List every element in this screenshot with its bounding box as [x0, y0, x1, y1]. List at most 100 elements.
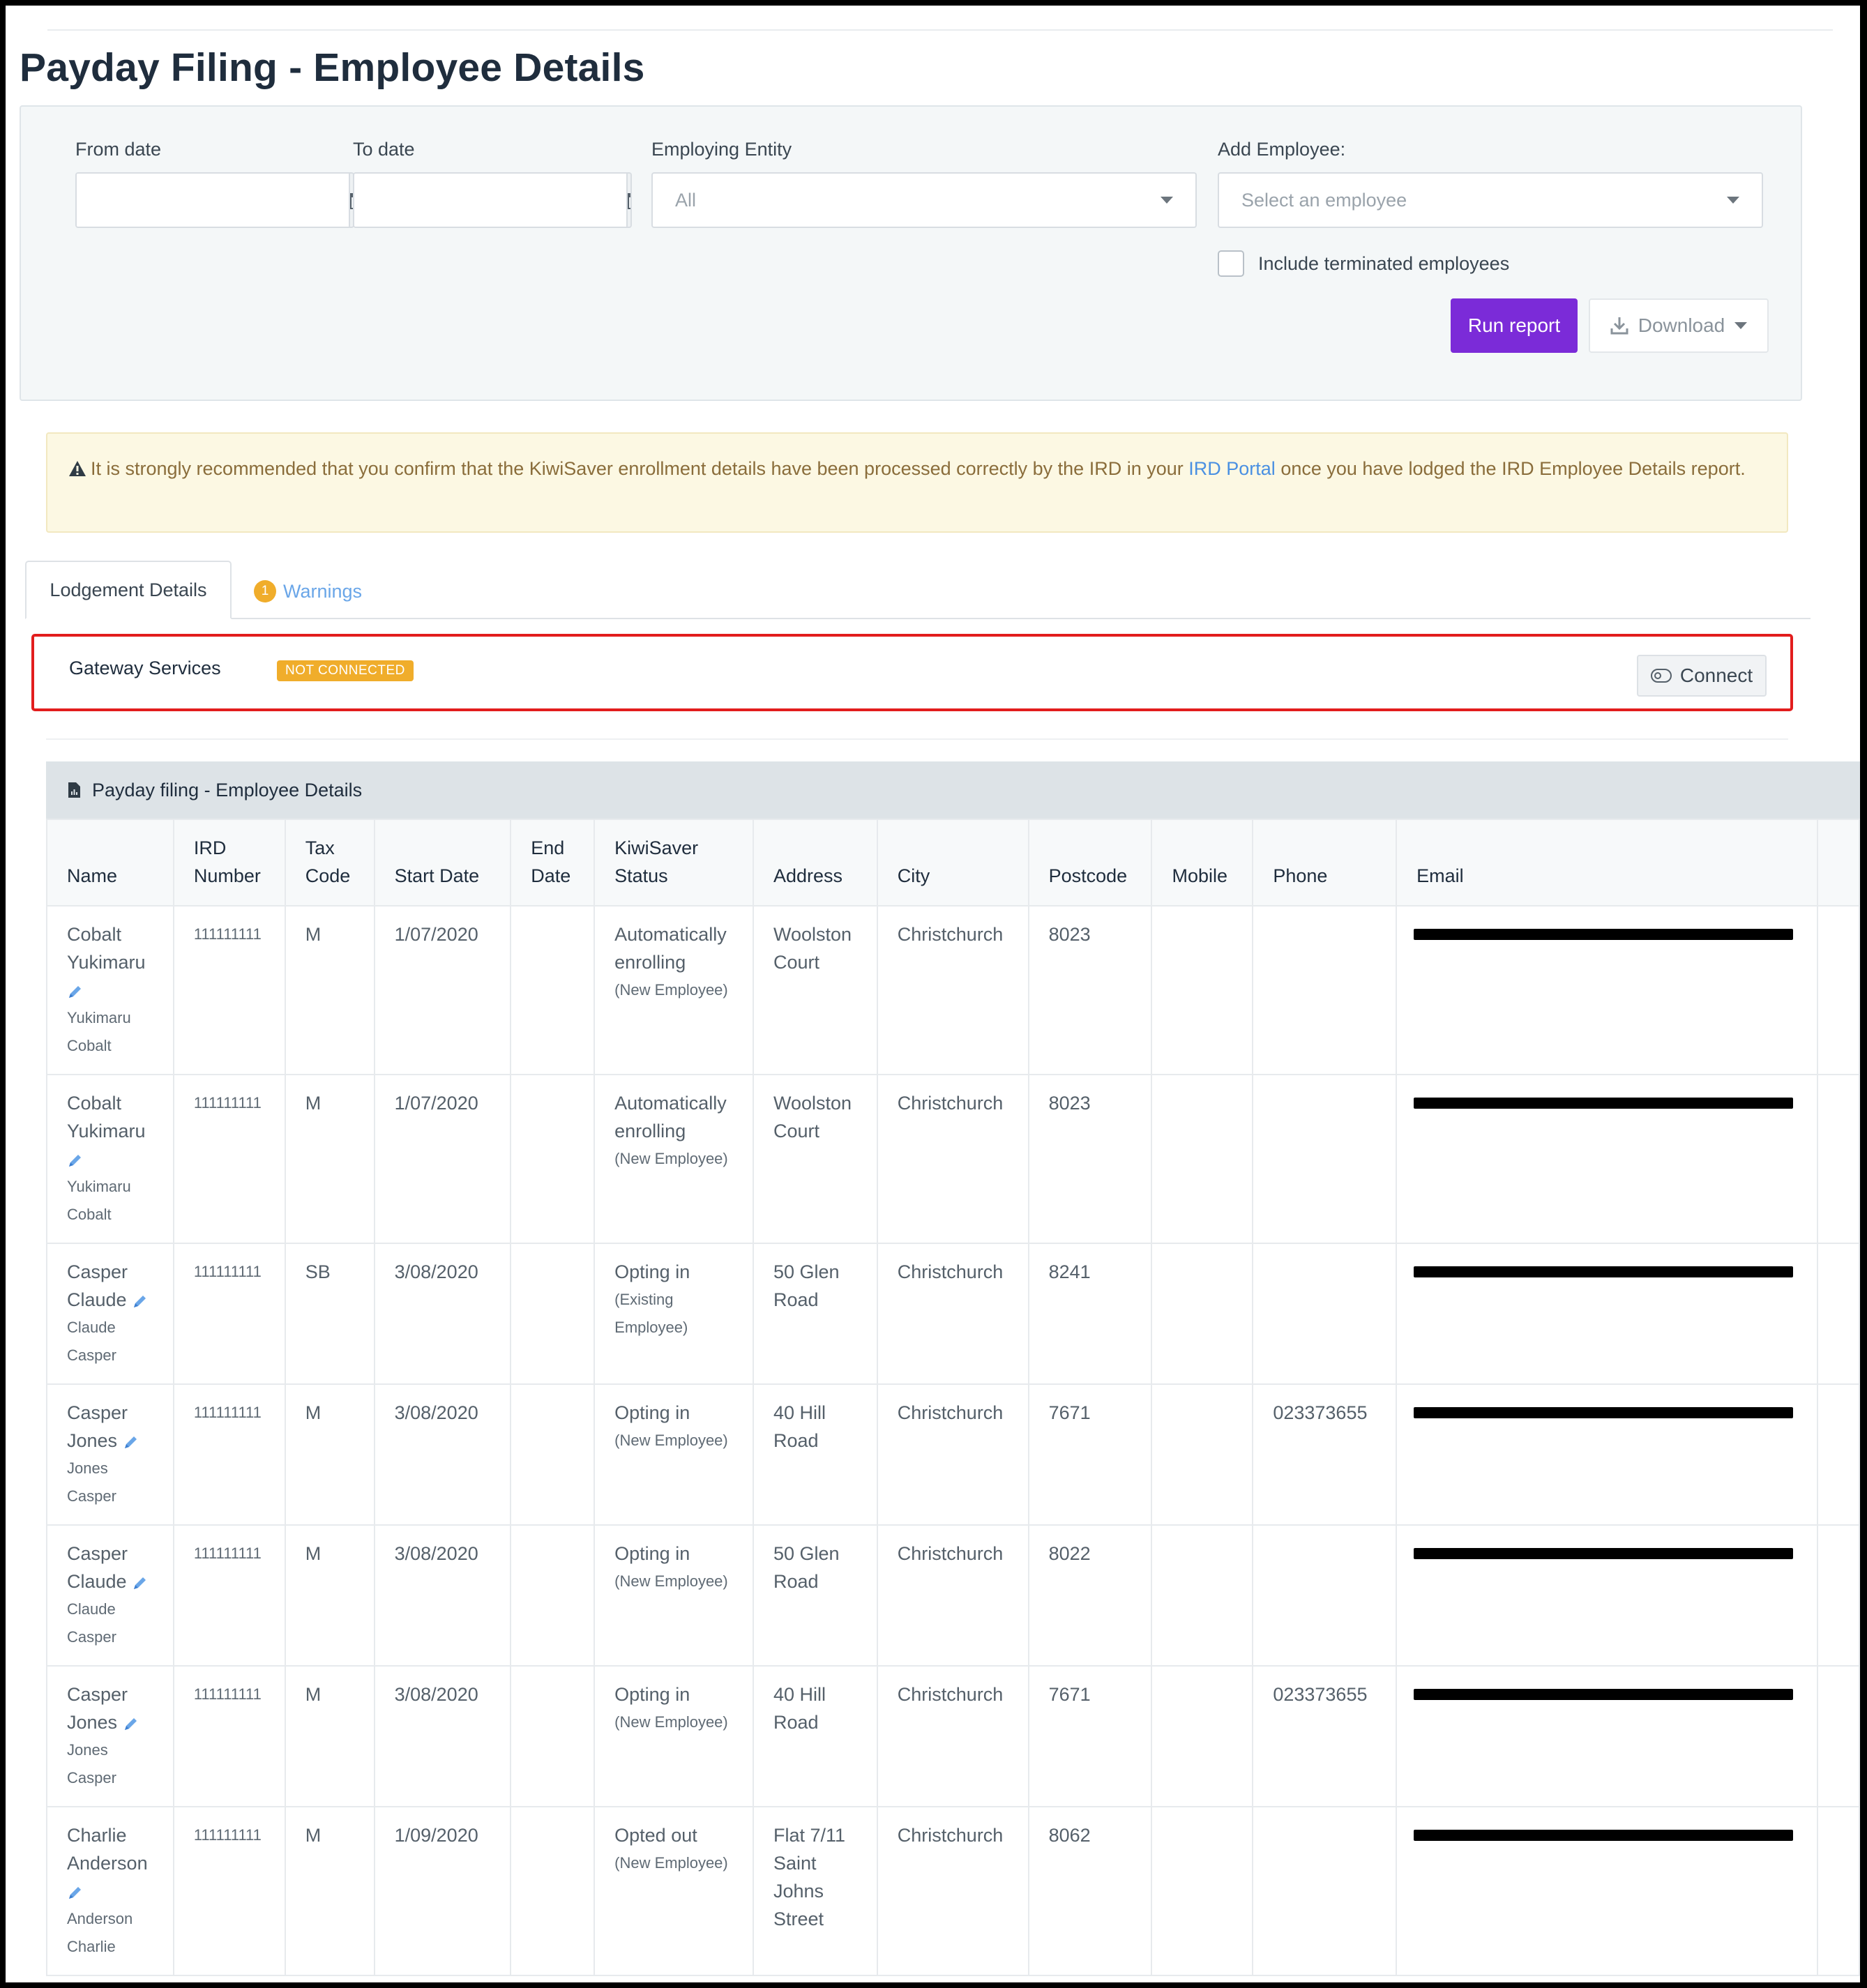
cell-tax-code: M — [284, 1383, 375, 1526]
col-mobile[interactable]: Mobile — [1151, 819, 1254, 906]
chevron-down-icon — [1734, 322, 1748, 329]
redacted-email — [1414, 1548, 1794, 1559]
section-divider — [46, 738, 1788, 740]
gateway-services-panel: Gateway Services NOT CONNECTED Connect — [31, 634, 1793, 711]
col-end-date[interactable]: End Date — [510, 819, 596, 906]
cell-phone: 023373655 — [1252, 1665, 1398, 1807]
kiwisaver-status: Automatically enrolling — [614, 924, 727, 973]
cell-phone — [1252, 1243, 1398, 1385]
table-row: Casper Claude Claude Casper 111111111 M 3/0… — [46, 1524, 1860, 1667]
chevron-down-icon — [1727, 197, 1739, 204]
kiwisaver-note: (Existing Employee) — [614, 1291, 688, 1336]
connect-label: Connect — [1679, 665, 1753, 686]
cell-postcode: 8023 — [1027, 905, 1153, 1075]
col-phone[interactable]: Phone — [1252, 819, 1398, 906]
col-start-date[interactable]: Start Date — [373, 819, 512, 906]
cell-kiwisaver-status: Opting in (New Employee) — [594, 1524, 754, 1667]
cell-email — [1396, 1074, 1818, 1244]
edit-pencil-icon[interactable] — [123, 1715, 139, 1732]
edit-pencil-icon[interactable] — [132, 1575, 149, 1591]
employee-alt-name: Yukimaru Cobalt — [67, 1178, 131, 1223]
cell-name: Casper Jones Jones Casper — [46, 1383, 174, 1526]
ird-portal-link[interactable]: IRD Portal — [1188, 458, 1276, 479]
cell-ird-number: 111111111 — [172, 1074, 286, 1244]
employing-entity-select[interactable]: All — [651, 172, 1197, 228]
cell-email — [1396, 1665, 1818, 1807]
from-date-group — [75, 172, 354, 228]
cell-start-date: 3/08/2020 — [373, 1383, 512, 1526]
col-ird-number[interactable]: IRD Number — [172, 819, 286, 906]
cell-extra — [1816, 1243, 1860, 1385]
chevron-down-icon — [1161, 197, 1173, 204]
tab-lodgement-details[interactable]: Lodgement Details — [25, 561, 232, 619]
col-postcode[interactable]: Postcode — [1027, 819, 1153, 906]
kiwisaver-status: Opting in — [614, 1402, 690, 1423]
cell-kiwisaver-status: Automatically enrolling (New Employee) — [594, 1074, 754, 1244]
cell-extra — [1816, 1806, 1860, 1976]
include-terminated-checkbox[interactable] — [1218, 250, 1244, 277]
cell-tax-code: M — [284, 905, 375, 1075]
cell-start-date: 1/07/2020 — [373, 1074, 512, 1244]
col-city[interactable]: City — [876, 819, 1029, 906]
cell-city: Christchurch — [876, 1665, 1029, 1807]
kiwisaver-alert: It is strongly recommended that you conf… — [46, 432, 1788, 533]
edit-pencil-icon[interactable] — [132, 1293, 149, 1310]
edit-pencil-icon[interactable] — [67, 1152, 84, 1169]
calendar-icon[interactable] — [626, 174, 630, 227]
cell-kiwisaver-status: Opting in (New Employee) — [594, 1383, 754, 1526]
cell-end-date — [510, 1383, 596, 1526]
cell-name: Casper Jones Jones Casper — [46, 1665, 174, 1807]
kiwisaver-note: (New Employee) — [614, 1150, 728, 1167]
col-kiwisaver-status[interactable]: KiwiSaver Status — [594, 819, 754, 906]
col-tax-code[interactable]: Tax Code — [284, 819, 375, 906]
cell-tax-code: M — [284, 1806, 375, 1976]
cell-tax-code: SB — [284, 1243, 375, 1385]
cell-ird-number: 111111111 — [172, 905, 286, 1075]
edit-pencil-icon[interactable] — [67, 983, 84, 1000]
add-employee-label: Add Employee: — [1218, 139, 1346, 160]
employee-name: Casper Claude — [67, 1261, 128, 1310]
cell-phone — [1252, 1524, 1398, 1667]
from-date-input[interactable] — [77, 174, 349, 227]
kiwisaver-status: Opting in — [614, 1261, 690, 1282]
redacted-email — [1414, 1689, 1794, 1700]
employee-name: Cobalt Yukimaru — [67, 1093, 146, 1141]
cell-email — [1396, 1383, 1818, 1526]
edit-pencil-icon[interactable] — [123, 1434, 139, 1450]
cell-kiwisaver-status: Opting in (New Employee) — [594, 1665, 754, 1807]
cell-address: 50 Glen Road — [752, 1243, 878, 1385]
tab-warnings[interactable]: 1 Warnings — [254, 576, 362, 607]
col-email[interactable]: Email — [1396, 819, 1818, 906]
employee-select[interactable]: Select an employee — [1218, 172, 1763, 228]
to-date-group — [353, 172, 632, 228]
cell-name: Charlie Anderson Anderson Charlie — [46, 1806, 174, 1976]
cell-extra — [1816, 1074, 1860, 1244]
table-row: Casper Jones Jones Casper 111111111 M 3/08/… — [46, 1665, 1860, 1807]
redacted-email — [1414, 1098, 1794, 1109]
col-name[interactable]: Name — [46, 819, 174, 906]
run-report-button[interactable]: Run report — [1451, 298, 1578, 353]
cell-mobile — [1151, 1524, 1254, 1667]
cell-end-date — [510, 1524, 596, 1667]
redacted-email — [1414, 1266, 1794, 1277]
edit-pencil-icon[interactable] — [67, 1884, 84, 1901]
cell-city: Christchurch — [876, 1074, 1029, 1244]
cell-mobile — [1151, 1074, 1254, 1244]
cell-end-date — [510, 905, 596, 1075]
cell-mobile — [1151, 1665, 1254, 1807]
connect-button[interactable]: Connect — [1637, 655, 1767, 697]
cell-mobile — [1151, 1383, 1254, 1526]
cell-ird-number: 111111111 — [172, 1383, 286, 1526]
download-button[interactable]: Download — [1589, 298, 1769, 353]
employee-alt-name: Claude Casper — [67, 1600, 116, 1646]
table-row: Casper Claude Claude Casper 111111111 SB 3/… — [46, 1243, 1860, 1385]
cell-ird-number: 111111111 — [172, 1665, 286, 1807]
to-date-input[interactable] — [354, 174, 626, 227]
warning-icon — [69, 461, 86, 476]
employee-select-placeholder: Select an employee — [1241, 189, 1407, 211]
col-address[interactable]: Address — [752, 819, 878, 906]
download-icon — [1610, 317, 1628, 335]
cell-name: Casper Claude Claude Casper — [46, 1524, 174, 1667]
kiwisaver-note: (New Employee) — [614, 981, 728, 999]
from-date-label: From date — [75, 139, 162, 160]
